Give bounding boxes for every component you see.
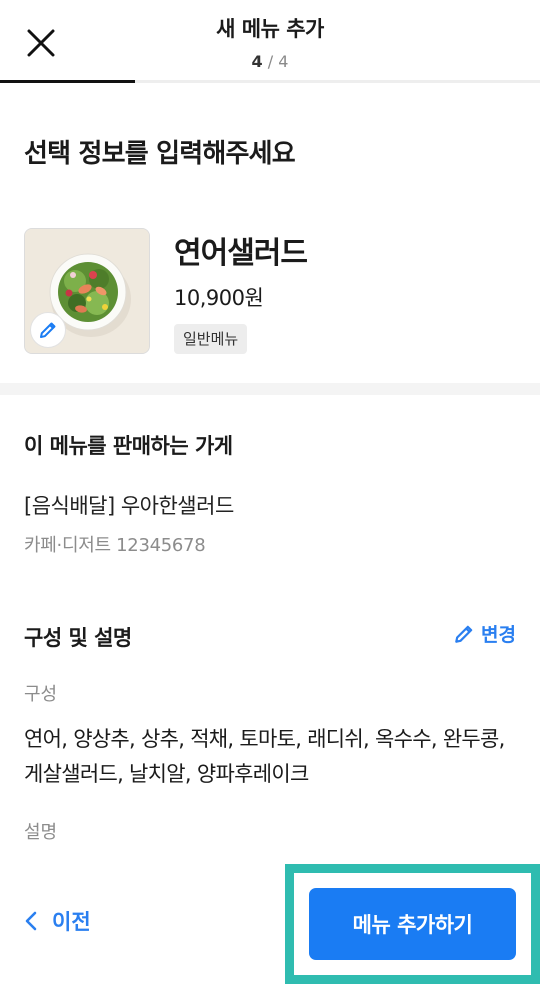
progress-bar: [0, 80, 540, 83]
menu-name: 연어샐러드: [174, 236, 308, 271]
store-name: [음식배달] 우아한샐러드: [24, 494, 234, 518]
section-divider: [0, 383, 540, 395]
change-button-label: 변경: [481, 624, 516, 646]
progress-fill: [0, 80, 135, 83]
chevron-left-icon: [25, 911, 37, 931]
menu-price: 10,900원: [174, 286, 264, 310]
components-label: 구성: [24, 684, 58, 705]
step-current: 4: [251, 52, 263, 71]
description-label: 설명: [24, 822, 58, 843]
edit-photo-button[interactable]: [30, 312, 66, 348]
add-menu-button[interactable]: 메뉴 추가하기: [309, 888, 516, 960]
prev-button[interactable]: 이전: [24, 906, 91, 936]
page-title: 새 메뉴 추가: [216, 17, 324, 41]
store-category: 카페·디저트 12345678: [24, 535, 206, 556]
step-indicator: 4 / 4: [0, 52, 540, 71]
composition-section-label: 구성 및 설명: [24, 626, 132, 650]
step-total: 4: [278, 52, 289, 71]
components-text: 연어, 양상추, 상추, 적채, 토마토, 래디쉬, 옥수수, 완두콩, 게살샐…: [24, 727, 505, 786]
pencil-icon: [455, 625, 473, 643]
change-button[interactable]: 변경: [453, 620, 516, 647]
step-separator: /: [267, 52, 274, 71]
top-bar: 새 메뉴 추가 4 / 4: [0, 0, 540, 83]
menu-type-badge: 일반메뉴: [174, 324, 248, 354]
section-title: 선택 정보를 입력해주세요: [24, 139, 296, 169]
pencil-icon: [40, 322, 56, 338]
store-section-label: 이 메뉴를 판매하는 가게: [24, 434, 233, 458]
prev-button-label: 이전: [52, 910, 91, 934]
